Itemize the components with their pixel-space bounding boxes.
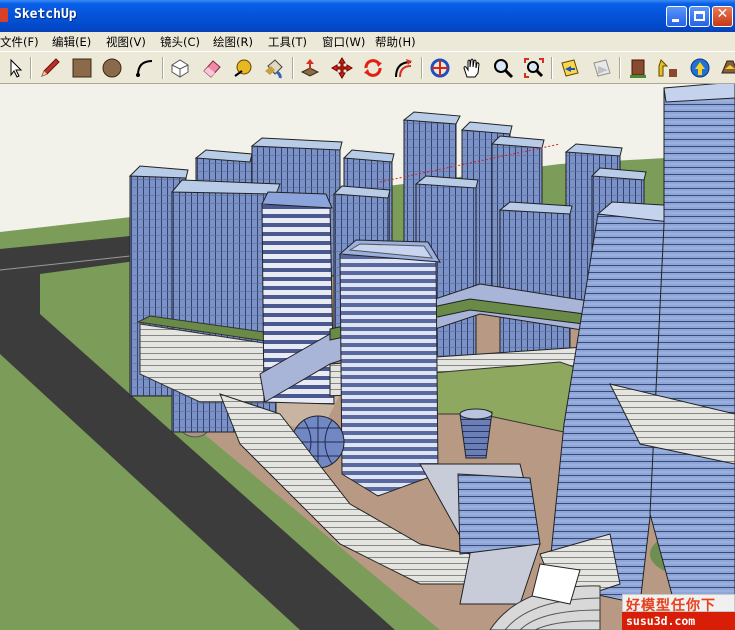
orbit-icon[interactable] xyxy=(428,56,452,80)
menu-file[interactable]: 文件(F) xyxy=(0,34,39,50)
watermark: 好模型任你下 susu3d.com xyxy=(622,594,735,630)
add-location-icon[interactable] xyxy=(626,56,650,80)
rectangle-icon[interactable] xyxy=(70,56,94,80)
menu-draw[interactable]: 绘图(R) xyxy=(213,34,253,50)
move-icon[interactable] xyxy=(330,56,354,80)
sketchup-app-icon xyxy=(0,8,8,22)
google-earth-icon[interactable] xyxy=(718,56,735,80)
share-model-icon[interactable] xyxy=(688,56,712,80)
get-models-icon[interactable] xyxy=(656,56,680,80)
maximize-icon xyxy=(694,11,705,21)
eraser-icon[interactable] xyxy=(200,56,224,80)
tape-measure-icon[interactable] xyxy=(231,56,255,80)
tower-center xyxy=(338,239,441,497)
close-icon: ✕ xyxy=(716,6,729,22)
main-toolbar xyxy=(0,51,735,84)
arc-icon[interactable] xyxy=(133,56,157,80)
rotate-icon[interactable] xyxy=(361,56,385,80)
glass-cylinder xyxy=(459,408,493,459)
title-bar[interactable]: SketchUp ✕ xyxy=(0,0,735,32)
line-pencil-icon[interactable] xyxy=(38,56,62,80)
window-title: SketchUp xyxy=(14,7,77,22)
previous-view-icon[interactable] xyxy=(558,56,582,80)
city-model-scene xyxy=(0,84,735,630)
close-button[interactable]: ✕ xyxy=(712,6,733,27)
offset-icon[interactable] xyxy=(392,56,416,80)
minimize-icon xyxy=(672,19,679,22)
drawing-viewport[interactable] xyxy=(0,84,735,630)
zoom-extents-icon[interactable] xyxy=(522,56,546,80)
menu-bar: 文件(F) 编辑(E) 视图(V) 镜头(C) 绘图(R) 工具(T) 窗口(W… xyxy=(0,32,735,51)
select-arrow-icon[interactable] xyxy=(3,56,27,80)
push-pull-icon[interactable] xyxy=(298,56,322,80)
menu-view[interactable]: 视图(V) xyxy=(106,34,146,50)
menu-tools[interactable]: 工具(T) xyxy=(268,34,307,50)
watermark-url: susu3d.com xyxy=(622,612,735,630)
pan-hand-icon[interactable] xyxy=(460,56,484,80)
maximize-button[interactable] xyxy=(689,6,710,27)
watermark-slogan: 好模型任你下 xyxy=(622,594,735,614)
paint-bucket-icon[interactable] xyxy=(262,56,286,80)
next-view-icon[interactable] xyxy=(590,56,614,80)
make-component-icon[interactable] xyxy=(168,56,192,80)
minimize-button[interactable] xyxy=(666,6,687,27)
menu-edit[interactable]: 编辑(E) xyxy=(52,34,91,50)
menu-help[interactable]: 帮助(H) xyxy=(375,34,416,50)
zoom-icon[interactable] xyxy=(491,56,515,80)
circle-icon[interactable] xyxy=(100,56,124,80)
menu-camera[interactable]: 镜头(C) xyxy=(160,34,200,50)
menu-window[interactable]: 窗口(W) xyxy=(322,34,365,50)
